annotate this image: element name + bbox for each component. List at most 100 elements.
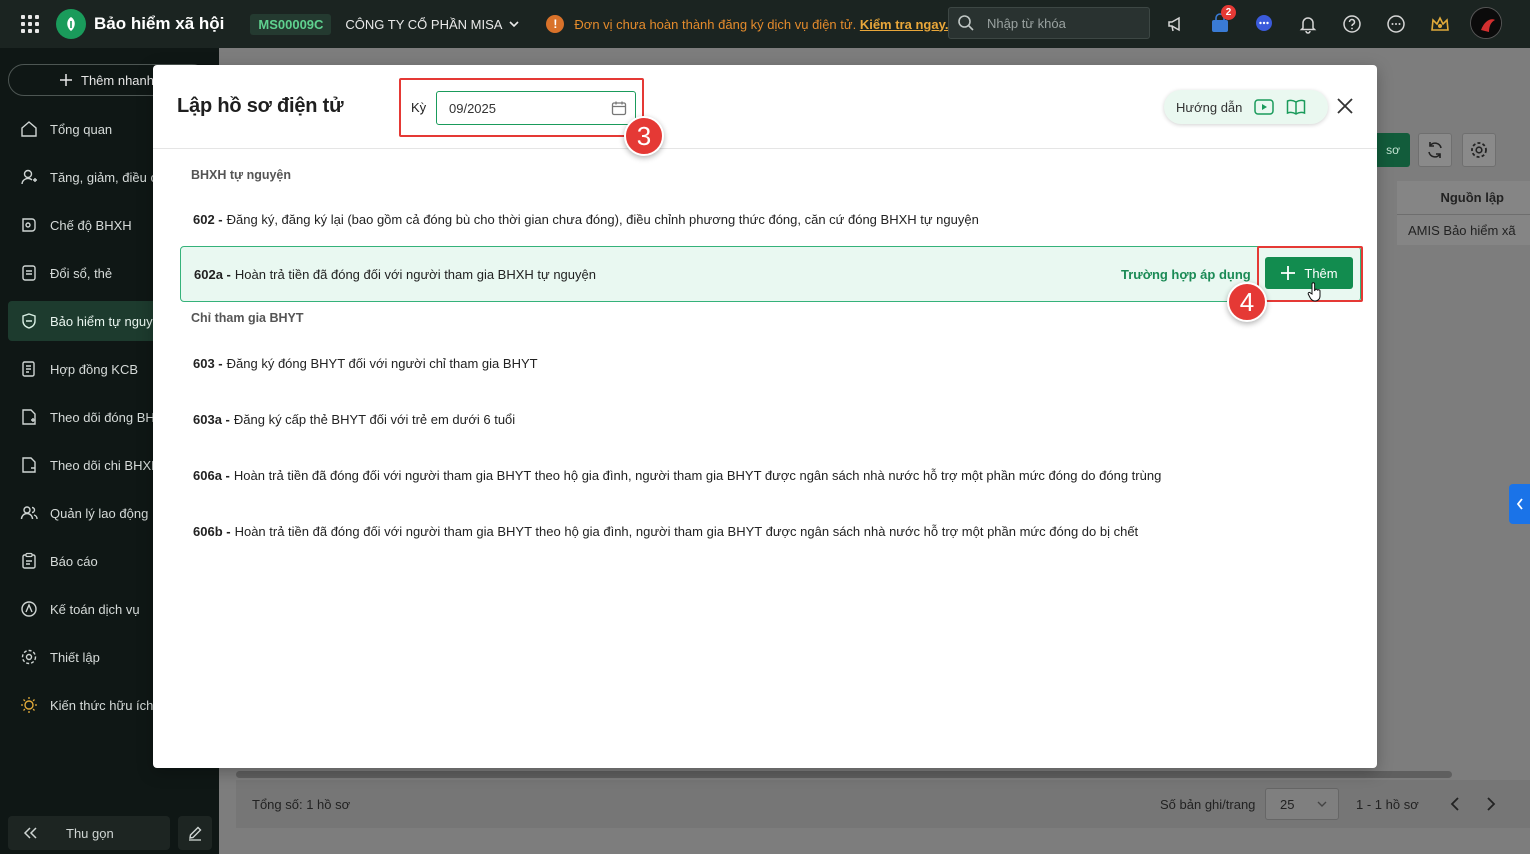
dialog-title: Lập hồ sơ điện tử bbox=[177, 95, 344, 117]
form-description: Đăng ký cấp thẻ BHYT đối với trẻ em dưới… bbox=[233, 411, 516, 427]
plus-icon bbox=[1281, 266, 1296, 280]
sidebar-item-label: Kiến thức hữu ích bbox=[50, 697, 154, 713]
settings-button[interactable] bbox=[1462, 133, 1496, 167]
sidebar-item-label: Kế toán dịch vụ bbox=[50, 601, 140, 617]
contract-icon bbox=[22, 361, 35, 377]
list-item-602[interactable]: 602 - Đăng ký, đăng ký lại (bao gồm cả đ… bbox=[180, 191, 1361, 247]
chat-icon[interactable] bbox=[1248, 8, 1280, 40]
records-table: Nguồn lập AMIS Bảo hiểm xã bbox=[1397, 181, 1530, 245]
sidebar-item-label: Báo cáo bbox=[50, 553, 98, 569]
list-item-603[interactable]: 603 - Đăng ký đóng BHYT đối với người ch… bbox=[180, 335, 1361, 391]
sidebar-item-label: Đổi sổ, thẻ bbox=[50, 265, 113, 281]
group-title-health-only: Chỉ tham gia BHYT bbox=[191, 311, 304, 325]
list-item-606b[interactable]: 606b - Hoàn trả tiền đã đóng đối với ngư… bbox=[180, 503, 1361, 559]
list-item-602a[interactable]: 602a - Hoàn trả tiền đã đóng đối với ngư… bbox=[180, 246, 1363, 322]
help-icon[interactable] bbox=[1336, 8, 1368, 40]
form-code: 603 - bbox=[193, 355, 223, 371]
page-range: 1 - 1 hồ sơ bbox=[1356, 796, 1419, 812]
hand-cursor-icon bbox=[1307, 282, 1321, 302]
table-footer: Tổng số: 1 hồ sơ Số bản ghi/trang 25 1 -… bbox=[236, 780, 1530, 828]
edit-icon bbox=[189, 826, 202, 841]
per-page-select[interactable]: 25 bbox=[1265, 788, 1339, 820]
add-highlight-box: Thêm bbox=[1257, 246, 1363, 302]
chevron-right-icon bbox=[1487, 797, 1496, 811]
close-icon bbox=[1337, 98, 1353, 114]
form-code: 603a - bbox=[193, 411, 230, 427]
search-input[interactable] bbox=[987, 15, 1137, 31]
knowledge-icon bbox=[21, 697, 37, 713]
prev-page-button[interactable] bbox=[1448, 796, 1462, 815]
more-icon[interactable] bbox=[1380, 8, 1412, 40]
app-launcher-icon[interactable] bbox=[18, 12, 42, 36]
close-button[interactable] bbox=[1333, 94, 1357, 118]
period-picker[interactable] bbox=[436, 91, 636, 125]
warning-text: Đơn vị chưa hoàn thành đăng ký dịch vụ đ… bbox=[574, 16, 857, 32]
benefit-icon bbox=[22, 218, 36, 232]
shield-icon bbox=[22, 313, 36, 329]
form-description: Đăng ký đóng BHYT đối với người chỉ tham… bbox=[226, 355, 538, 371]
bell-icon[interactable] bbox=[1292, 8, 1324, 40]
dialog-header: Lập hồ sơ điện tử Kỳ 3 Hướng dẫn bbox=[153, 65, 1377, 156]
period-label: Kỳ bbox=[411, 100, 427, 115]
doc-pay-icon bbox=[22, 457, 36, 473]
list-item-606a[interactable]: 606a - Hoàn trả tiền đã đóng đối với ngư… bbox=[180, 447, 1361, 503]
form-description: Hoàn trả tiền đã đóng đối với người tham… bbox=[233, 467, 1162, 483]
company-name: CÔNG TY CỔ PHẦN MISA bbox=[345, 16, 503, 32]
cart-icon[interactable]: 2 bbox=[1204, 5, 1236, 40]
group-title-voluntary-social: BHXH tự nguyện bbox=[191, 168, 292, 182]
home-icon bbox=[21, 121, 37, 137]
list-item-603a[interactable]: 603a - Đăng ký cấp thẻ BHYT đối với trẻ … bbox=[180, 391, 1361, 447]
chevron-down-icon bbox=[1317, 801, 1327, 807]
table-cell-source[interactable]: AMIS Bảo hiểm xã bbox=[1397, 215, 1530, 245]
company-code[interactable]: MS00009C bbox=[250, 13, 332, 35]
quick-add-label: Thêm nhanh bbox=[81, 72, 154, 88]
chevron-down-icon bbox=[509, 21, 519, 28]
sidebar-item-label: Hợp đồng KCB bbox=[50, 361, 139, 377]
search-box[interactable] bbox=[948, 7, 1150, 39]
chevron-left-icon bbox=[1516, 498, 1523, 510]
warning-icon: ! bbox=[546, 15, 565, 33]
step-marker-3: 3 bbox=[624, 116, 664, 156]
report-icon bbox=[22, 552, 36, 569]
form-code: 606b - bbox=[193, 523, 231, 539]
people-icon bbox=[20, 506, 38, 520]
accounting-icon bbox=[21, 601, 37, 617]
crown-icon[interactable] bbox=[1424, 8, 1456, 40]
user-avatar[interactable] bbox=[1470, 7, 1502, 39]
horizontal-scrollbar[interactable] bbox=[236, 771, 1452, 778]
create-electronic-record-dialog: Lập hồ sơ điện tử Kỳ 3 Hướng dẫn BHXH tự… bbox=[153, 65, 1377, 768]
calendar-icon[interactable] bbox=[611, 100, 627, 116]
megaphone-icon[interactable] bbox=[1160, 8, 1192, 40]
app-logo bbox=[56, 9, 86, 39]
next-page-button[interactable] bbox=[1484, 796, 1498, 815]
form-code: 602 - bbox=[193, 211, 223, 227]
plus-icon bbox=[60, 74, 72, 86]
period-input[interactable] bbox=[449, 100, 589, 116]
sidebar-item-label: Thiết lập bbox=[50, 649, 100, 665]
guide-pill[interactable]: Hướng dẫn bbox=[1164, 90, 1328, 124]
form-code: 602a - bbox=[194, 266, 231, 282]
edit-menu-button[interactable] bbox=[178, 816, 212, 850]
create-record-label: sơ bbox=[1386, 143, 1400, 157]
book-icon[interactable] bbox=[1286, 99, 1306, 115]
sidebar-item-label: Quản lý lao động bbox=[50, 505, 149, 521]
doc-track-icon bbox=[22, 409, 36, 425]
form-code: 606a - bbox=[193, 467, 230, 483]
sidebar-item-label: Theo dõi chi BHXH bbox=[50, 457, 161, 473]
check-now-link[interactable]: Kiểm tra ngay. bbox=[860, 17, 949, 32]
collapse-sidebar-button[interactable]: Thu gọn bbox=[8, 816, 170, 850]
video-icon[interactable] bbox=[1254, 99, 1275, 115]
form-description: Đăng ký, đăng ký lại (bao gồm cả đóng bù… bbox=[226, 211, 979, 227]
settings-icon bbox=[21, 649, 37, 665]
form-description: Hoàn trả tiền đã đóng đối với người tham… bbox=[234, 523, 1139, 539]
company-selector[interactable]: CÔNG TY CỔ PHẦN MISA bbox=[345, 17, 520, 32]
applicable-cases-link[interactable]: Trường hợp áp dụng bbox=[1121, 267, 1251, 282]
sidebar-item-label: Chế độ BHXH bbox=[50, 217, 132, 233]
side-panel-toggle[interactable] bbox=[1509, 484, 1530, 524]
period-highlight-box: Kỳ bbox=[399, 78, 644, 137]
card-icon bbox=[22, 265, 36, 281]
app-title: Bảo hiểm xã hội bbox=[94, 14, 225, 33]
refresh-button[interactable] bbox=[1418, 133, 1452, 167]
search-icon bbox=[958, 15, 974, 31]
step-marker-4: 4 bbox=[1227, 282, 1267, 322]
